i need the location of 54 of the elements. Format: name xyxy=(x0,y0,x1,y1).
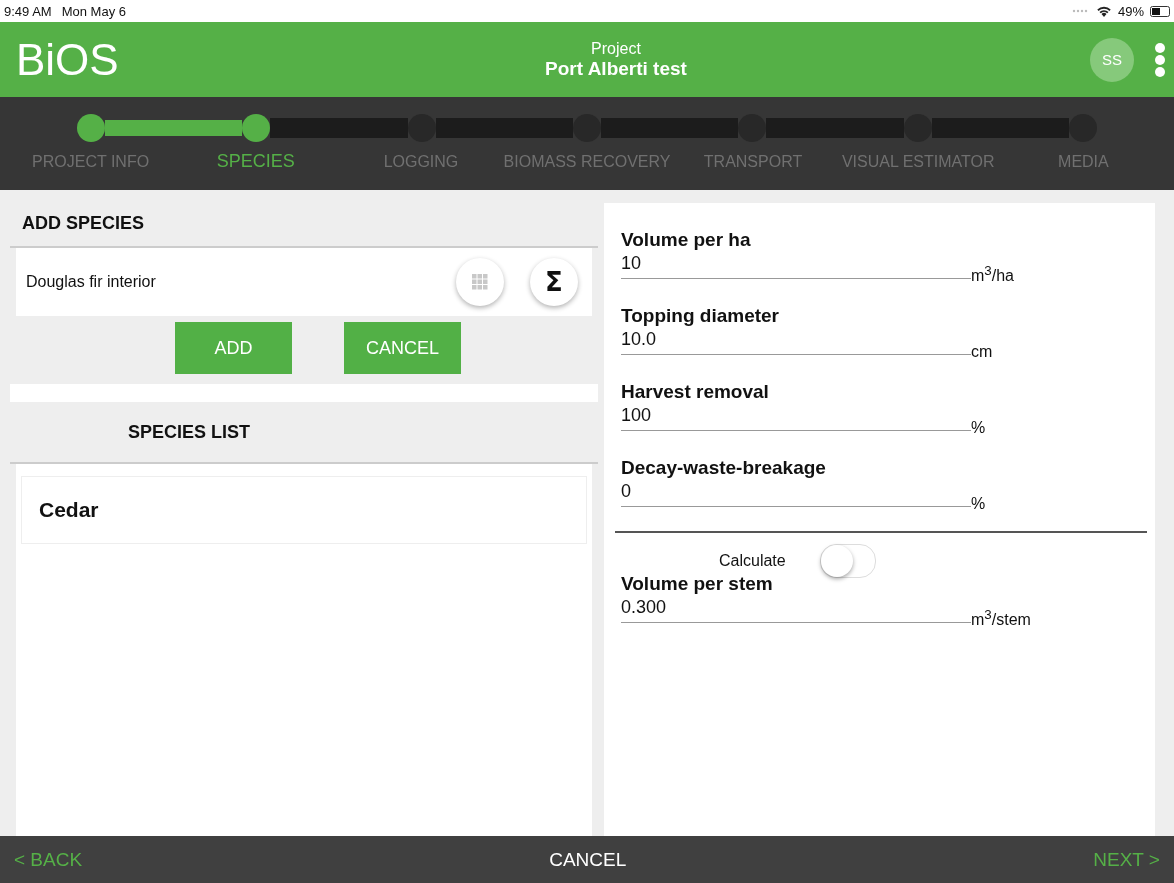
status-time: 9:49 AM xyxy=(4,3,52,19)
field-label: Volume per ha xyxy=(621,229,752,251)
app-logo: BiOS xyxy=(16,34,120,85)
battery-icon xyxy=(1150,5,1170,17)
section-title: SPECIES LIST xyxy=(128,421,251,443)
input-field[interactable]: 0.300 xyxy=(621,595,971,623)
more-icon[interactable] xyxy=(1154,42,1166,77)
calculate-toggle[interactable] xyxy=(819,544,876,578)
input-field[interactable]: 0 xyxy=(621,479,971,507)
sum-button[interactable]: Σ xyxy=(530,258,578,306)
grid-icon xyxy=(472,274,488,290)
project-title: Port Alberti test xyxy=(545,57,687,80)
field-label: Harvest removal xyxy=(621,381,770,403)
step-dot[interactable] xyxy=(1069,114,1098,142)
step-tab[interactable]: LOGGING xyxy=(383,153,459,172)
step-tab[interactable]: VISUAL ESTIMATOR xyxy=(841,153,995,172)
cancel-button[interactable]: CANCEL xyxy=(344,322,461,374)
battery-percent: 49% xyxy=(1117,3,1144,19)
step-tab[interactable]: MEDIA xyxy=(1058,153,1109,172)
unit-label: % xyxy=(971,495,986,513)
step-dot[interactable] xyxy=(242,114,271,142)
species-list-item[interactable]: Cedar xyxy=(21,476,587,544)
cancel-link[interactable]: CANCEL xyxy=(549,848,627,871)
unit-label: m$^{3}$/ha xyxy=(971,262,1014,285)
field-label: Topping diameter xyxy=(621,305,780,327)
input-field[interactable]: 100 xyxy=(621,403,971,431)
wifi-icon xyxy=(1095,5,1112,17)
field-label: Decay-waste-breakage xyxy=(621,457,827,479)
step-dot[interactable] xyxy=(738,114,767,142)
header-subtitle: Project xyxy=(591,39,641,58)
next-link[interactable]: NEXT > xyxy=(1093,848,1160,871)
step-tab[interactable]: BIOMASS RECOVERY xyxy=(503,153,671,172)
back-link[interactable]: < BACK xyxy=(14,848,83,871)
step-tab[interactable]: TRANSPORT xyxy=(703,153,803,172)
step-dot[interactable] xyxy=(903,114,932,142)
unit-label: % xyxy=(971,419,986,437)
input-field[interactable]: 10 xyxy=(621,251,971,279)
unit-label: m$^{3}$/stem xyxy=(971,606,1031,629)
add-button[interactable]: ADD xyxy=(175,322,292,374)
toggle-label: Calculate xyxy=(719,552,786,570)
user-avatar[interactable]: SS xyxy=(1090,37,1134,82)
grid-button[interactable] xyxy=(456,258,504,306)
step-tab[interactable]: PROJECT INFO xyxy=(32,153,150,172)
step-dot[interactable] xyxy=(407,114,436,142)
input-field[interactable]: 10.0 xyxy=(621,327,971,355)
species-field[interactable]: Douglas fir interior xyxy=(26,273,430,291)
section-title: ADD SPECIES xyxy=(22,212,145,234)
step-tab[interactable]: SPECIES xyxy=(216,151,295,172)
step-dot[interactable] xyxy=(76,114,105,142)
step-dot[interactable] xyxy=(573,114,601,142)
unit-label: cm xyxy=(971,343,993,361)
signal-icon xyxy=(1071,9,1090,13)
status-date: Mon May 6 xyxy=(61,3,126,19)
field-label: Volume per stem xyxy=(621,573,774,595)
